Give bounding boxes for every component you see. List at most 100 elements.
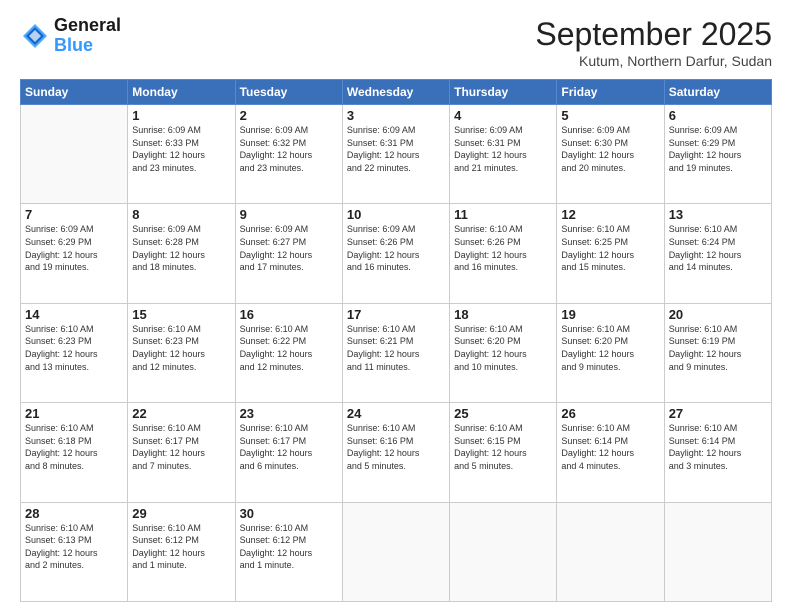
day-cell: 21Sunrise: 6:10 AMSunset: 6:18 PMDayligh… [21, 403, 128, 502]
day-number: 28 [25, 506, 123, 521]
day-number: 24 [347, 406, 445, 421]
day-info: Sunrise: 6:09 AMSunset: 6:29 PMDaylight:… [669, 124, 767, 174]
day-cell: 2Sunrise: 6:09 AMSunset: 6:32 PMDaylight… [235, 105, 342, 204]
day-cell: 13Sunrise: 6:10 AMSunset: 6:24 PMDayligh… [664, 204, 771, 303]
day-number: 21 [25, 406, 123, 421]
day-cell: 4Sunrise: 6:09 AMSunset: 6:31 PMDaylight… [450, 105, 557, 204]
title-block: September 2025 Kutum, Northern Darfur, S… [535, 16, 772, 69]
day-cell: 22Sunrise: 6:10 AMSunset: 6:17 PMDayligh… [128, 403, 235, 502]
day-info: Sunrise: 6:10 AMSunset: 6:17 PMDaylight:… [132, 422, 230, 472]
day-info: Sunrise: 6:10 AMSunset: 6:14 PMDaylight:… [669, 422, 767, 472]
day-info: Sunrise: 6:10 AMSunset: 6:22 PMDaylight:… [240, 323, 338, 373]
day-number: 8 [132, 207, 230, 222]
weekday-wednesday: Wednesday [342, 80, 449, 105]
day-cell: 27Sunrise: 6:10 AMSunset: 6:14 PMDayligh… [664, 403, 771, 502]
day-cell: 5Sunrise: 6:09 AMSunset: 6:30 PMDaylight… [557, 105, 664, 204]
logo: General Blue [20, 16, 121, 56]
day-number: 16 [240, 307, 338, 322]
day-number: 5 [561, 108, 659, 123]
day-number: 20 [669, 307, 767, 322]
day-cell: 16Sunrise: 6:10 AMSunset: 6:22 PMDayligh… [235, 303, 342, 402]
day-number: 26 [561, 406, 659, 421]
week-row-5: 28Sunrise: 6:10 AMSunset: 6:13 PMDayligh… [21, 502, 772, 601]
weekday-header-row: SundayMondayTuesdayWednesdayThursdayFrid… [21, 80, 772, 105]
day-number: 22 [132, 406, 230, 421]
day-number: 27 [669, 406, 767, 421]
day-number: 30 [240, 506, 338, 521]
day-number: 3 [347, 108, 445, 123]
day-number: 15 [132, 307, 230, 322]
day-info: Sunrise: 6:10 AMSunset: 6:17 PMDaylight:… [240, 422, 338, 472]
day-info: Sunrise: 6:10 AMSunset: 6:13 PMDaylight:… [25, 522, 123, 572]
day-cell [450, 502, 557, 601]
day-info: Sunrise: 6:10 AMSunset: 6:26 PMDaylight:… [454, 223, 552, 273]
location: Kutum, Northern Darfur, Sudan [535, 53, 772, 69]
day-number: 23 [240, 406, 338, 421]
day-info: Sunrise: 6:09 AMSunset: 6:31 PMDaylight:… [347, 124, 445, 174]
day-cell: 10Sunrise: 6:09 AMSunset: 6:26 PMDayligh… [342, 204, 449, 303]
month-title: September 2025 [535, 16, 772, 53]
day-cell [664, 502, 771, 601]
weekday-saturday: Saturday [664, 80, 771, 105]
day-number: 17 [347, 307, 445, 322]
day-info: Sunrise: 6:09 AMSunset: 6:31 PMDaylight:… [454, 124, 552, 174]
weekday-thursday: Thursday [450, 80, 557, 105]
week-row-3: 14 Sunrise: 6:10 AMSunset: 6:23 PMDayligh… [21, 303, 772, 402]
day-number: 11 [454, 207, 552, 222]
week-row-4: 21Sunrise: 6:10 AMSunset: 6:18 PMDayligh… [21, 403, 772, 502]
day-number: 12 [561, 207, 659, 222]
day-cell: 12Sunrise: 6:10 AMSunset: 6:25 PMDayligh… [557, 204, 664, 303]
day-info: Sunrise: 6:09 AMSunset: 6:32 PMDaylight:… [240, 124, 338, 174]
day-number: 1 [132, 108, 230, 123]
day-cell: 7Sunrise: 6:09 AMSunset: 6:29 PMDaylight… [21, 204, 128, 303]
day-number: 7 [25, 207, 123, 222]
day-info: Sunrise: 6:10 AMSunset: 6:25 PMDaylight:… [561, 223, 659, 273]
day-cell: 23Sunrise: 6:10 AMSunset: 6:17 PMDayligh… [235, 403, 342, 502]
day-number: 13 [669, 207, 767, 222]
day-cell: 19Sunrise: 6:10 AMSunset: 6:20 PMDayligh… [557, 303, 664, 402]
day-cell: 17Sunrise: 6:10 AMSunset: 6:21 PMDayligh… [342, 303, 449, 402]
week-row-1: 1Sunrise: 6:09 AMSunset: 6:33 PMDaylight… [21, 105, 772, 204]
day-info: Sunrise: 6:10 AMSunset: 6:14 PMDaylight:… [561, 422, 659, 472]
day-number: 2 [240, 108, 338, 123]
day-info: Sunrise: 6:10 AMSunset: 6:19 PMDaylight:… [669, 323, 767, 373]
day-cell: 29Sunrise: 6:10 AMSunset: 6:12 PMDayligh… [128, 502, 235, 601]
day-cell: 9Sunrise: 6:09 AMSunset: 6:27 PMDaylight… [235, 204, 342, 303]
weekday-sunday: Sunday [21, 80, 128, 105]
day-info: Sunrise: 6:09 AMSunset: 6:29 PMDaylight:… [25, 223, 123, 273]
day-number: 19 [561, 307, 659, 322]
header: General Blue September 2025 Kutum, North… [20, 16, 772, 69]
day-cell: 6Sunrise: 6:09 AMSunset: 6:29 PMDaylight… [664, 105, 771, 204]
day-cell: 14Sunrise: 6:10 AMSunset: 6:23 PMDayligh… [21, 303, 128, 402]
logo-icon [20, 21, 50, 51]
day-info: Sunrise: 6:10 AMSunset: 6:20 PMDaylight:… [454, 323, 552, 373]
weekday-tuesday: Tuesday [235, 80, 342, 105]
day-number: 29 [132, 506, 230, 521]
day-cell: 26Sunrise: 6:10 AMSunset: 6:14 PMDayligh… [557, 403, 664, 502]
day-cell: 28Sunrise: 6:10 AMSunset: 6:13 PMDayligh… [21, 502, 128, 601]
day-info: Sunrise: 6:10 AMSunset: 6:24 PMDaylight:… [669, 223, 767, 273]
day-cell: 30Sunrise: 6:10 AMSunset: 6:12 PMDayligh… [235, 502, 342, 601]
logo-text: General Blue [54, 16, 121, 56]
day-cell: 8Sunrise: 6:09 AMSunset: 6:28 PMDaylight… [128, 204, 235, 303]
week-row-2: 7Sunrise: 6:09 AMSunset: 6:29 PMDaylight… [21, 204, 772, 303]
weekday-friday: Friday [557, 80, 664, 105]
day-info: Sunrise: 6:10 AMSunset: 6:15 PMDaylight:… [454, 422, 552, 472]
day-info: Sunrise: 6:09 AMSunset: 6:27 PMDaylight:… [240, 223, 338, 273]
day-number: 6 [669, 108, 767, 123]
day-info: Sunrise: 6:10 AMSunset: 6:21 PMDaylight:… [347, 323, 445, 373]
weekday-monday: Monday [128, 80, 235, 105]
day-number: 14 [25, 307, 123, 322]
page: General Blue September 2025 Kutum, North… [0, 0, 792, 612]
day-cell: 3Sunrise: 6:09 AMSunset: 6:31 PMDaylight… [342, 105, 449, 204]
day-info: Sunrise: 6:10 AMSunset: 6:18 PMDaylight:… [25, 422, 123, 472]
day-info: Sunrise: 6:09 AMSunset: 6:33 PMDaylight:… [132, 124, 230, 174]
day-number: 4 [454, 108, 552, 123]
day-cell [21, 105, 128, 204]
day-info: Sunrise: 6:10 AMSunset: 6:16 PMDaylight:… [347, 422, 445, 472]
day-info: Sunrise: 6:10 AMSunset: 6:23 PMDaylight:… [132, 323, 230, 373]
day-info: Sunrise: 6:10 AMSunset: 6:12 PMDaylight:… [240, 522, 338, 572]
day-info: Sunrise: 6:10 AMSunset: 6:12 PMDaylight:… [132, 522, 230, 572]
day-cell [342, 502, 449, 601]
day-number: 10 [347, 207, 445, 222]
